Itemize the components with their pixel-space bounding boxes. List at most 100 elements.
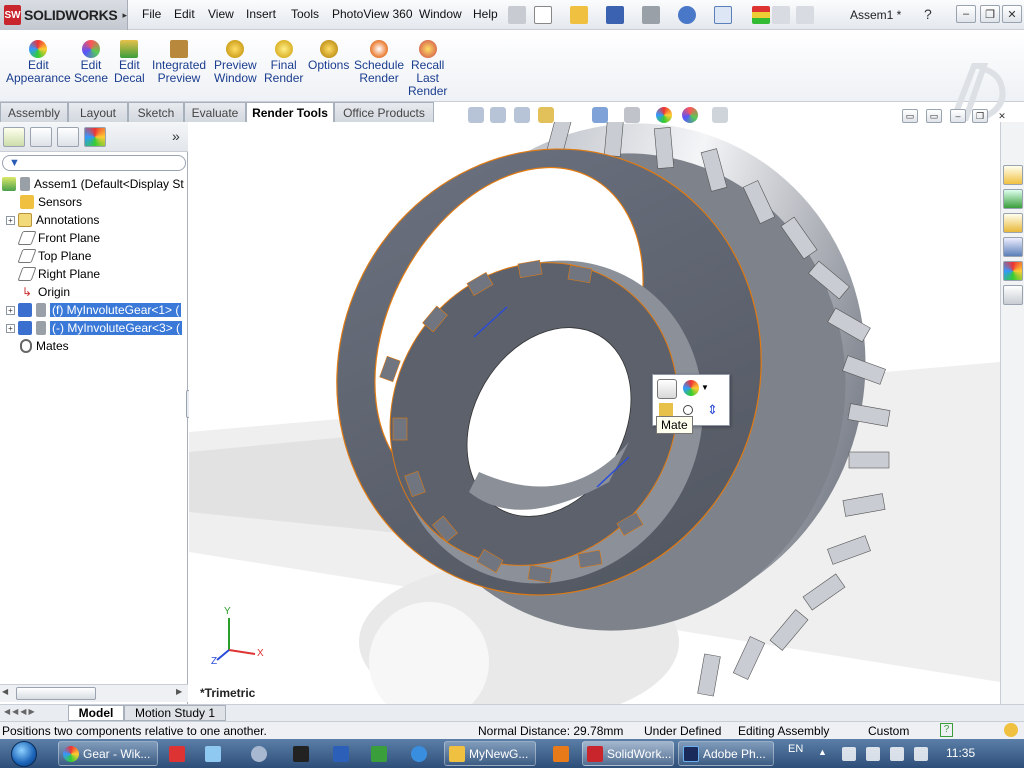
status-help-icon[interactable]: ?	[940, 723, 953, 737]
menu-photoview[interactable]: PhotoView 360	[332, 7, 413, 21]
tab-office-products[interactable]: Office Products	[334, 102, 434, 122]
scroll-right-icon[interactable]: ▶	[176, 687, 188, 700]
integrated-preview-button[interactable]: Integrated Preview	[152, 40, 206, 85]
undo-icon[interactable]	[678, 6, 696, 24]
view-settings-icon[interactable]	[712, 107, 728, 123]
taskbar-chrome[interactable]: Gear - Wik...	[58, 741, 158, 766]
tab-layout[interactable]: Layout	[68, 102, 128, 122]
edit-decal-button[interactable]: Edit Decal	[114, 40, 145, 85]
viewport-split2-icon[interactable]: ▭	[926, 109, 942, 123]
recall-last-render-button[interactable]: Recall Last Render	[408, 40, 447, 98]
menu-file[interactable]: File	[142, 7, 161, 21]
viewport-minimize-icon[interactable]: –	[950, 109, 966, 123]
taskbar-folder[interactable]: MyNewG...	[444, 741, 536, 766]
open-part-icon[interactable]	[659, 403, 673, 417]
tree-item-origin[interactable]: ↳ Origin	[20, 283, 70, 301]
previous-view-icon[interactable]	[514, 107, 530, 123]
viewport-close-icon[interactable]: ✕	[994, 109, 1010, 123]
menu-insert[interactable]: Insert	[246, 7, 276, 21]
custom-properties-icon[interactable]	[1003, 285, 1023, 305]
apply-scene-icon[interactable]	[682, 107, 698, 123]
menu-view[interactable]: View	[208, 7, 234, 21]
pin-icon[interactable]	[508, 6, 526, 24]
clock[interactable]: 11:35	[946, 746, 975, 760]
taskbar-word[interactable]	[324, 741, 358, 766]
configuration-manager-icon[interactable]	[57, 127, 79, 147]
tree-filter-input[interactable]: ▼	[2, 155, 186, 171]
graphics-viewport[interactable]: Y X Z	[189, 122, 1000, 704]
start-button[interactable]	[2, 739, 46, 768]
close-icon[interactable]: ✕	[1002, 5, 1022, 23]
appearance-icon[interactable]	[683, 380, 699, 396]
file-explorer-icon[interactable]	[1003, 213, 1023, 233]
display-style-icon[interactable]	[624, 107, 640, 123]
expand-panel-icon[interactable]: »	[172, 128, 180, 144]
taskbar-app7[interactable]	[362, 741, 396, 766]
tab-assembly[interactable]: Assembly	[0, 102, 68, 122]
tree-item-assembly[interactable]: Assem1 (Default<Display St	[2, 175, 184, 193]
expand-icon[interactable]: +	[6, 305, 15, 315]
appearances-scenes-icon[interactable]	[1003, 261, 1023, 281]
zoom-area-icon[interactable]	[490, 107, 506, 123]
feature-tree-icon[interactable]	[3, 127, 25, 147]
traffic-light-icon[interactable]	[752, 6, 770, 24]
panel-horizontal-scrollbar[interactable]: ◀ ▶	[0, 684, 188, 702]
edit-appearance-icon[interactable]	[656, 107, 672, 123]
schedule-render-button[interactable]: Schedule Render	[354, 40, 404, 85]
viewport-restore-icon[interactable]: ❐	[972, 109, 988, 123]
chevron-down-icon[interactable]: ▼	[701, 383, 709, 392]
tree-item-sensors[interactable]: Sensors	[20, 193, 82, 211]
tree-item-gear-3[interactable]: + (-) MyInvoluteGear<3> (	[6, 319, 183, 337]
section-view-icon[interactable]	[538, 107, 554, 123]
open-folder-icon[interactable]	[570, 6, 588, 24]
view-palette-icon[interactable]	[1003, 237, 1023, 257]
tab-render-tools[interactable]: Render Tools	[246, 102, 334, 123]
save-icon[interactable]	[606, 6, 624, 24]
taskbar-photoshop[interactable]: Adobe Ph...	[678, 741, 774, 766]
taskbar-ie[interactable]	[402, 741, 436, 766]
volume-icon[interactable]	[914, 747, 928, 761]
expand-icon[interactable]: +	[6, 323, 15, 333]
design-library-icon[interactable]	[1003, 189, 1023, 209]
minimize-icon[interactable]: –	[956, 5, 976, 23]
file-properties-icon[interactable]	[772, 6, 790, 24]
scroll-thumb[interactable]	[16, 687, 96, 700]
menu-tools[interactable]: Tools	[291, 7, 319, 21]
expand-icon[interactable]: +	[6, 215, 15, 225]
tray-icon[interactable]	[842, 747, 856, 761]
options-button[interactable]: Options	[308, 40, 349, 72]
move-component-icon[interactable]: ⇕	[707, 403, 721, 417]
new-document-icon[interactable]	[534, 6, 552, 24]
scroll-left-icon[interactable]: ◀	[2, 687, 14, 700]
tab-sketch[interactable]: Sketch	[128, 102, 184, 122]
home-icon[interactable]	[1003, 165, 1023, 185]
restore-icon[interactable]: ❐	[980, 5, 1000, 23]
network-icon[interactable]	[890, 747, 904, 761]
tree-item-front-plane[interactable]: Front Plane	[17, 229, 100, 247]
options-icon[interactable]	[796, 6, 814, 24]
flag-icon[interactable]	[866, 747, 880, 761]
property-manager-icon[interactable]	[30, 127, 52, 147]
tree-item-gear-1[interactable]: + (f) MyInvoluteGear<1> (	[6, 301, 182, 319]
view-orientation-icon[interactable]	[592, 107, 608, 123]
language-indicator[interactable]: EN	[788, 743, 803, 755]
taskbar-media[interactable]	[544, 741, 578, 766]
preview-window-button[interactable]: Preview Window	[214, 40, 257, 85]
tab-motion-study[interactable]: Motion Study 1	[124, 705, 226, 721]
final-render-button[interactable]: Final Render	[264, 40, 303, 85]
mate-icon[interactable]	[657, 379, 677, 399]
tab-model[interactable]: Model	[68, 705, 124, 721]
tab-evaluate[interactable]: Evaluate	[184, 102, 246, 122]
zoom-to-fit-icon[interactable]	[468, 107, 484, 123]
taskbar-app5[interactable]	[284, 741, 318, 766]
taskbar-app3[interactable]	[196, 741, 230, 766]
tree-item-annotations[interactable]: + Annotations	[6, 211, 99, 229]
menu-edit[interactable]: Edit	[174, 7, 195, 21]
viewport-split-icon[interactable]: ▭	[902, 109, 918, 123]
taskbar-gmail[interactable]	[160, 741, 194, 766]
print-icon[interactable]	[642, 6, 660, 24]
select-arrow-icon[interactable]	[714, 6, 732, 24]
status-units[interactable]: Custom	[868, 724, 909, 738]
tray-expand-icon[interactable]: ▲	[818, 747, 827, 757]
edit-scene-button[interactable]: Edit Scene	[74, 40, 108, 85]
